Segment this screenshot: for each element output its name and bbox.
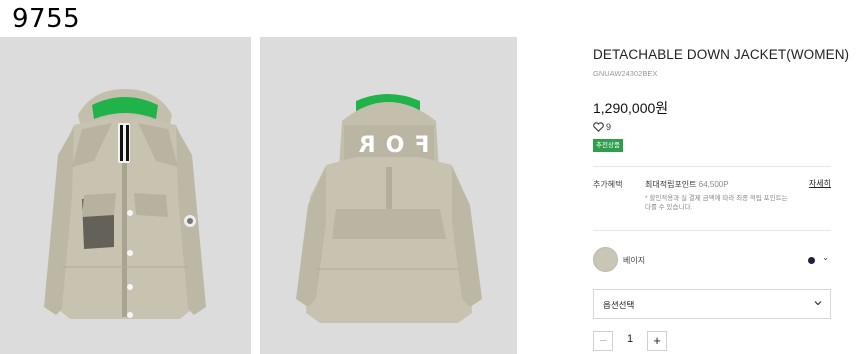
product-code: GNUAW24302BEX: [593, 69, 658, 78]
product-title: DETACHABLE DOWN JACKET(WOMEN): [593, 47, 850, 62]
product-price: 1,290,000원: [593, 100, 669, 116]
like-count-value: 9: [606, 122, 612, 132]
benefit-label: 추가혜택: [593, 180, 623, 189]
like-count[interactable]: 9: [593, 122, 611, 132]
corner-label: 9755: [12, 4, 81, 34]
product-image-front[interactable]: [0, 37, 251, 354]
option-select-label: 옵션선택: [603, 300, 635, 310]
heart-icon[interactable]: [593, 122, 604, 132]
product-image-back[interactable]: FOR: [260, 37, 517, 354]
chevron-down-icon: [814, 301, 822, 306]
color-dot-navy[interactable]: [808, 257, 815, 264]
option-select[interactable]: 옵션선택: [593, 289, 831, 319]
max-points-label: 최대적립포인트: [645, 180, 697, 189]
color-swatch-beige[interactable]: [593, 247, 618, 272]
quantity-value[interactable]: 1: [623, 333, 637, 345]
benefit-detail-link[interactable]: 자세히: [809, 178, 831, 189]
quantity-increase-button[interactable]: +: [647, 331, 667, 351]
max-points: 최대적립포인트 64,500P: [645, 179, 729, 190]
jacket-back-illustration: [296, 94, 482, 323]
hood-lettering: FOR: [348, 133, 430, 158]
recommended-badge: 추천상품: [593, 139, 623, 152]
chevron-down-icon[interactable]: ⌄: [822, 253, 829, 262]
section-divider: [593, 166, 831, 167]
max-points-value: 64,500P: [698, 180, 729, 189]
color-swatch-label: 베이지: [623, 256, 646, 265]
benefit-note: * 할인적용과 실 결제 금액에 따라 최종 적립 포인트는 다를 수 있습니다…: [645, 195, 788, 211]
product-info-panel: DETACHABLE DOWN JACKET(WOMEN) GNUAW24302…: [593, 0, 849, 354]
jacket-front-illustration: [44, 89, 206, 319]
quantity-decrease-button[interactable]: −: [593, 331, 613, 351]
section-divider: [593, 230, 831, 231]
